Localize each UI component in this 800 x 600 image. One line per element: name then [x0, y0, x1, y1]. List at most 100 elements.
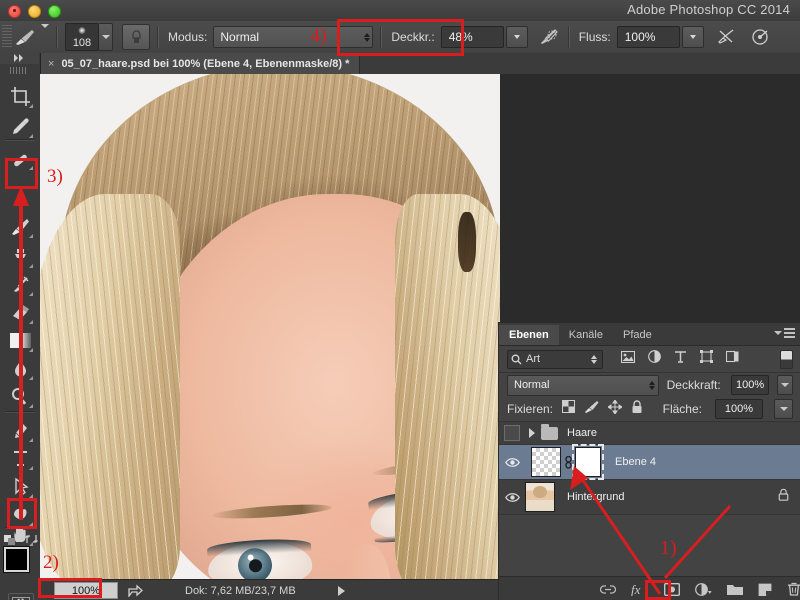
- table-row[interactable]: Haare: [499, 422, 800, 445]
- crop-tool[interactable]: [6, 83, 34, 109]
- document-tab[interactable]: × 05_07_haare.psd bei 100% (Ebene 4, Ebe…: [40, 53, 361, 74]
- type-layer-filter-icon[interactable]: [674, 350, 687, 368]
- tablet-pressure-opacity-icon[interactable]: [537, 25, 561, 49]
- pixel-layer-filter-icon[interactable]: [620, 350, 636, 368]
- blend-row: Normal Deckkraft: 100%: [499, 373, 800, 397]
- layer-visibility-toggle[interactable]: [499, 425, 525, 441]
- divider: [157, 26, 159, 48]
- layer-blend-mode-select[interactable]: Normal: [507, 374, 659, 396]
- photoshop-window: Adobe Photoshop CC 2014 108 Modus: Norma…: [0, 0, 800, 600]
- tools-panel-grip[interactable]: [10, 67, 28, 74]
- smart-object-filter-icon[interactable]: [725, 350, 739, 368]
- options-bar-grip[interactable]: [2, 25, 12, 49]
- table-row[interactable]: Hintergrund: [499, 480, 800, 515]
- eyedropper-tool[interactable]: [6, 113, 34, 139]
- minimize-window-button[interactable]: [28, 5, 41, 18]
- tablet-pressure-size-icon[interactable]: [122, 24, 150, 50]
- flow-label: Fluss:: [578, 30, 611, 44]
- layer-opacity-dropdown-button[interactable]: [777, 375, 793, 395]
- layer-fill-field[interactable]: 100%: [715, 399, 763, 419]
- annotation-label-4: 4): [310, 25, 327, 47]
- panel-menu-icon[interactable]: [774, 328, 795, 338]
- layer-name: Ebene 4: [615, 456, 656, 468]
- brush-size-preview[interactable]: 108: [65, 23, 99, 51]
- mode-label: Modus:: [168, 30, 208, 44]
- document-info: Dok: 7,62 MB/23,7 MB: [185, 584, 296, 597]
- gradient-tool[interactable]: [6, 327, 34, 353]
- link-icon[interactable]: [600, 584, 616, 595]
- table-row[interactable]: Ebene 4: [499, 444, 800, 480]
- opacity-dropdown-button[interactable]: [505, 26, 528, 48]
- blur-tool[interactable]: [6, 355, 34, 381]
- history-brush-tool[interactable]: [6, 271, 34, 297]
- hair-right-strands: [395, 194, 500, 579]
- brush-tool[interactable]: [6, 213, 34, 239]
- brush-tip-icon[interactable]: [12, 25, 38, 49]
- brush-smoothing-icon[interactable]: [748, 25, 772, 49]
- lock-transparency-icon[interactable]: [562, 400, 576, 418]
- shape-layer-filter-icon[interactable]: [700, 350, 713, 368]
- layer-filter-kind-select[interactable]: Art: [507, 349, 603, 369]
- tab-kanaele[interactable]: Kanäle: [559, 325, 613, 345]
- divider: [56, 26, 58, 48]
- eye-icon: [504, 457, 520, 467]
- mask-link-icon[interactable]: [563, 455, 573, 469]
- lock-all-icon[interactable]: [631, 399, 643, 419]
- lock-image-icon[interactable]: [584, 400, 599, 418]
- hair-left-strands: [40, 194, 180, 579]
- adjustment-circle-icon[interactable]: [695, 582, 712, 596]
- filter-toggle-icon[interactable]: [780, 349, 793, 369]
- flow-dropdown-button[interactable]: [681, 26, 704, 48]
- layer-fill-dropdown-button[interactable]: [774, 399, 793, 419]
- fill-label: Fläche:: [662, 402, 702, 416]
- layer-visibility-toggle[interactable]: [499, 457, 525, 468]
- brush-size-value: 108: [72, 37, 92, 49]
- chevron-updown-icon: [648, 380, 655, 390]
- path-selection-tool[interactable]: [6, 473, 34, 499]
- annotation-box-zoom: [38, 578, 102, 598]
- chevron-right-icon[interactable]: [529, 428, 535, 438]
- layer-filter-row: Art: [499, 346, 800, 373]
- share-icon[interactable]: [128, 584, 143, 597]
- annotation-box-opacity: [337, 19, 464, 56]
- folder-icon: [541, 423, 558, 440]
- tab-pfade[interactable]: Pfade: [613, 325, 662, 345]
- adjustment-layer-filter-icon[interactable]: [648, 350, 661, 368]
- eye-icon: [504, 492, 520, 502]
- eraser-tool[interactable]: [6, 299, 34, 325]
- brush-size-dropdown-button[interactable]: [99, 23, 113, 51]
- clone-stamp-tool[interactable]: [6, 243, 34, 269]
- foreground-color-swatch[interactable]: [4, 547, 29, 572]
- layer-mask-thumbnail[interactable]: [572, 444, 604, 480]
- document-image[interactable]: [40, 74, 500, 579]
- quick-mask-icon[interactable]: [8, 593, 34, 600]
- zoom-window-button[interactable]: [48, 5, 61, 18]
- layer-opacity-field[interactable]: 100%: [730, 375, 770, 395]
- document-tab-title: 05_07_haare.psd bei 100% (Ebene 4, Ebene…: [61, 57, 350, 70]
- close-window-button[interactable]: [8, 5, 21, 18]
- layer-thumbnail[interactable]: [531, 447, 561, 477]
- play-arrow-icon[interactable]: [337, 585, 345, 596]
- tab-ebenen[interactable]: Ebenen: [499, 325, 559, 345]
- type-tool[interactable]: [6, 445, 34, 471]
- layer-thumbnail[interactable]: [525, 482, 555, 512]
- folder-icon[interactable]: [727, 583, 743, 595]
- lock-position-icon[interactable]: [607, 398, 623, 419]
- trash-icon[interactable]: [787, 582, 800, 596]
- layer-visibility-toggle[interactable]: [499, 492, 525, 503]
- brush-preset-dropdown-arrow[interactable]: [41, 24, 49, 46]
- window-controls: [8, 5, 61, 18]
- airbrush-icon[interactable]: [714, 25, 738, 49]
- brush-hardness-preview-icon: [78, 27, 86, 34]
- default-colors-icon[interactable]: [4, 533, 16, 545]
- pen-tool[interactable]: [6, 417, 34, 443]
- close-icon[interactable]: ×: [48, 58, 54, 70]
- dodge-tool[interactable]: [6, 383, 34, 409]
- chevron-updown-icon: [591, 354, 597, 364]
- flow-field[interactable]: 100%: [616, 26, 680, 48]
- color-swatches: [4, 535, 42, 585]
- search-icon: [511, 354, 522, 364]
- new-layer-icon[interactable]: [758, 583, 772, 596]
- expand-panels-icon[interactable]: [0, 52, 39, 64]
- annotation-box-brush-tool: [5, 158, 38, 189]
